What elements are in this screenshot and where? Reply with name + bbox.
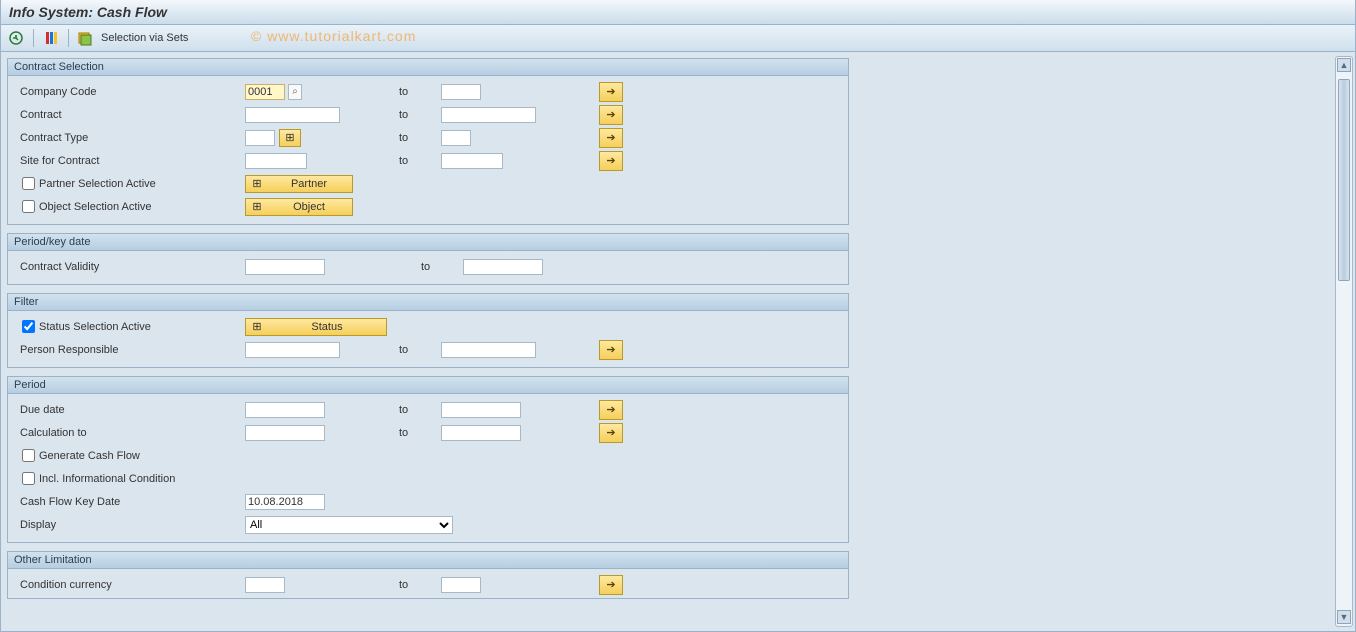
due-date-multi-select-icon[interactable] — [599, 400, 623, 420]
expand-icon: ⊞ — [250, 200, 264, 214]
to-label: to — [395, 344, 441, 356]
site-for-contract-label: Site for Contract — [16, 155, 245, 167]
contract-validity-to-input[interactable] — [463, 259, 543, 275]
panel-header: Contract Selection — [8, 59, 848, 76]
scroll-track[interactable] — [1337, 75, 1351, 608]
application-toolbar: Selection via Sets © www.tutorialkart.co… — [0, 25, 1356, 52]
panel-header: Period — [8, 377, 848, 394]
panel-period-key-date: Period/key date Contract Validity to — [7, 233, 849, 285]
panel-other-limitation: Other Limitation Condition currency to — [7, 551, 849, 599]
company-code-multi-select-icon[interactable] — [599, 82, 623, 102]
incl-info-condition-checkbox[interactable] — [22, 472, 35, 485]
site-from-input[interactable] — [245, 153, 307, 169]
contract-type-multi-select-icon[interactable] — [599, 128, 623, 148]
company-code-label: Company Code — [16, 86, 245, 98]
contract-type-expand-icon[interactable]: ⊞ — [279, 129, 301, 147]
site-to-input[interactable] — [441, 153, 503, 169]
panel-contract-selection: Contract Selection Company Code to Contr — [7, 58, 849, 225]
generate-cash-flow-checkbox[interactable] — [22, 449, 35, 462]
condition-currency-to-input[interactable] — [441, 577, 481, 593]
scroll-up-icon[interactable]: ▲ — [1337, 58, 1351, 72]
page-title: Info System: Cash Flow — [9, 4, 167, 20]
to-label: to — [395, 109, 441, 121]
vertical-scrollbar[interactable]: ▲ ▼ — [1335, 56, 1353, 627]
selection-via-sets-button[interactable]: Selection via Sets — [101, 32, 188, 44]
cash-flow-key-date-input[interactable] — [245, 494, 325, 510]
toolbar-separator — [68, 29, 69, 47]
scroll-thumb[interactable] — [1338, 79, 1350, 281]
to-label: to — [395, 579, 441, 591]
company-code-from-input[interactable] — [245, 84, 285, 100]
person-responsible-to-input[interactable] — [441, 342, 536, 358]
calculation-from-input[interactable] — [245, 425, 325, 441]
object-selection-active-checkbox[interactable] — [22, 200, 35, 213]
content-area: Contract Selection Company Code to Contr — [0, 52, 1356, 632]
selection-sets-icon[interactable] — [77, 29, 93, 47]
sap-window: Info System: Cash Flow Selection via Set… — [0, 0, 1356, 632]
site-multi-select-icon[interactable] — [599, 151, 623, 171]
company-code-to-input[interactable] — [441, 84, 481, 100]
person-responsible-multi-select-icon[interactable] — [599, 340, 623, 360]
to-label: to — [395, 427, 441, 439]
panel-header: Other Limitation — [8, 552, 848, 569]
scroll-down-icon[interactable]: ▼ — [1337, 610, 1351, 624]
object-selection-active-label: Object Selection Active — [39, 201, 152, 213]
display-label: Display — [16, 519, 245, 531]
calculation-to-input[interactable] — [441, 425, 521, 441]
panel-filter: Filter Status Selection Active ⊞ Status — [7, 293, 849, 368]
calculation-to-label: Calculation to — [16, 427, 245, 439]
due-date-from-input[interactable] — [245, 402, 325, 418]
execute-icon[interactable] — [7, 29, 25, 47]
partner-selection-active-checkbox[interactable] — [22, 177, 35, 190]
toolbar-separator — [33, 29, 34, 47]
condition-currency-from-input[interactable] — [245, 577, 285, 593]
partner-button[interactable]: ⊞ Partner — [245, 175, 353, 193]
object-button[interactable]: ⊞ Object — [245, 198, 353, 216]
to-label: to — [395, 155, 441, 167]
to-label: to — [417, 261, 463, 273]
to-label: to — [395, 132, 441, 144]
expand-icon: ⊞ — [250, 177, 264, 191]
contract-type-from-input[interactable] — [245, 130, 275, 146]
panel-header: Filter — [8, 294, 848, 311]
condition-currency-label: Condition currency — [16, 579, 245, 591]
person-responsible-from-input[interactable] — [245, 342, 340, 358]
title-bar: Info System: Cash Flow — [0, 0, 1356, 25]
status-button[interactable]: ⊞ Status — [245, 318, 387, 336]
person-responsible-label: Person Responsible — [16, 344, 245, 356]
contract-validity-from-input[interactable] — [245, 259, 325, 275]
contract-label: Contract — [16, 109, 245, 121]
to-label: to — [395, 86, 441, 98]
contract-type-to-input[interactable] — [441, 130, 471, 146]
contract-validity-label: Contract Validity — [16, 261, 245, 273]
variant-icon[interactable] — [42, 29, 60, 47]
due-date-label: Due date — [16, 404, 245, 416]
incl-info-condition-label: Incl. Informational Condition — [39, 473, 175, 485]
calculation-multi-select-icon[interactable] — [599, 423, 623, 443]
contract-type-label: Contract Type — [16, 132, 245, 144]
due-date-to-input[interactable] — [441, 402, 521, 418]
generate-cash-flow-label: Generate Cash Flow — [39, 450, 140, 462]
right-gutter: ▲ ▼ — [853, 52, 1355, 631]
condition-currency-multi-select-icon[interactable] — [599, 575, 623, 595]
to-label: to — [395, 404, 441, 416]
panel-header: Period/key date — [8, 234, 848, 251]
status-selection-active-checkbox[interactable] — [22, 320, 35, 333]
company-code-f4-help-icon[interactable] — [288, 84, 302, 100]
contract-to-input[interactable] — [441, 107, 536, 123]
expand-icon: ⊞ — [250, 320, 264, 334]
form-column: Contract Selection Company Code to Contr — [1, 52, 853, 631]
status-selection-active-label: Status Selection Active — [39, 321, 151, 333]
display-select[interactable]: All — [245, 516, 453, 534]
watermark: © www.tutorialkart.com — [251, 28, 416, 44]
contract-multi-select-icon[interactable] — [599, 105, 623, 125]
partner-selection-active-label: Partner Selection Active — [39, 178, 156, 190]
panel-period: Period Due date to Calculation to to — [7, 376, 849, 543]
contract-from-input[interactable] — [245, 107, 340, 123]
cash-flow-key-date-label: Cash Flow Key Date — [16, 496, 245, 508]
